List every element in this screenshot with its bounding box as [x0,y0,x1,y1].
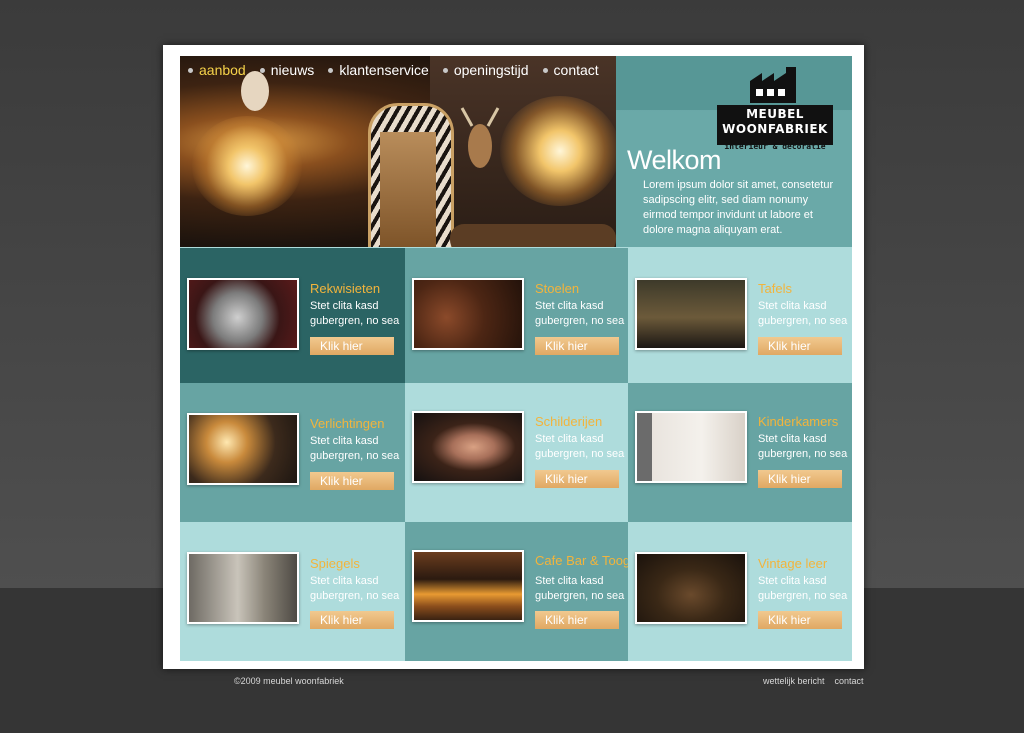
category-title: Kinderkamers [758,414,839,429]
footer-links: wettelijk bericht contact [763,676,864,686]
bullet-icon [542,67,548,73]
leather-sofa-image[interactable] [635,552,747,624]
leather-chairs-image[interactable] [412,278,524,350]
klik-hier-button[interactable]: Klik hier [310,472,394,490]
category-desc: Stet clita kasd gubergren, no sea [310,575,400,602]
bright-room-image[interactable] [635,411,747,483]
portrait-painting-image[interactable] [412,411,524,483]
deer-head-icon [460,107,500,168]
category-card-spiegels: Spiegels Stet clita kasd gubergren, no s… [180,522,405,661]
nav-item-openingstijd[interactable]: openingstijd [442,62,529,78]
leather-sofa-shape [450,224,616,247]
klik-hier-button[interactable]: Klik hier [310,611,394,629]
category-desc: Stet clita kasd gubergren, no sea [758,575,848,602]
category-title: Verlichtingen [310,416,385,431]
category-title: Schilderijen [535,414,603,429]
category-card-tafels: Tafels Stet clita kasd gubergren, no sea… [628,248,852,383]
category-title: Spiegels [310,556,360,571]
category-title: Rekwisieten [310,281,381,296]
category-title: Stoelen [535,281,580,296]
ornate-mirror-image[interactable] [187,552,299,624]
nav-label: nieuws [270,62,315,78]
nav-label: aanbod [199,62,246,78]
bullet-icon [328,67,334,73]
category-card-vintage-leer: Vintage leer Stet clita kasd gubergren, … [628,522,852,661]
chandelier-light [500,96,616,206]
page-frame: aanbod nieuws klantenservice openingstij… [163,45,864,669]
welcome-text: Lorem ipsum dolor sit amet, consetetur s… [643,179,834,236]
footer-link-contact[interactable]: contact [835,676,864,686]
main-nav: aanbod nieuws klantenservice openingstij… [188,62,613,78]
page-content: aanbod nieuws klantenservice openingstij… [180,56,852,661]
category-card-kinderkamers: Kinderkamers Stet clita kasd gubergren, … [628,383,852,522]
category-desc: Stet clita kasd gubergren, no sea [535,433,625,460]
category-desc: Stet clita kasd gubergren, no sea [758,300,848,327]
category-card-rekwisieten: Rekwisieten Stet clita kasd gubergren, n… [180,248,405,383]
chandelier-light [192,116,302,216]
logo-tagline: interieur & decoratie [724,142,826,151]
klik-hier-button[interactable]: Klik hier [758,337,842,355]
klik-hier-button[interactable]: Klik hier [535,337,619,355]
nav-label: klantenservice [339,62,429,78]
klik-hier-button[interactable]: Klik hier [310,337,394,355]
nav-label: openingstijd [453,62,529,78]
cafe-bar-image[interactable] [412,550,524,622]
footer-link-wettelijk-bericht[interactable]: wettelijk bericht [763,676,825,686]
bullet-icon [442,67,448,73]
nav-item-aanbod[interactable]: aanbod [188,62,246,78]
nav-item-nieuws[interactable]: nieuws [259,62,315,78]
hero-image [180,56,616,247]
welcome-panel: MEUBEL WOONFABRIEK interieur & decoratie… [616,56,852,247]
chandelier-image[interactable] [187,413,299,485]
category-title: Vintage leer [758,556,828,571]
category-desc: Stet clita kasd gubergren, no sea [758,433,848,460]
bullet-icon [188,67,193,73]
klik-hier-button[interactable]: Klik hier [758,470,842,488]
category-card-verlichtingen: Verlichtingen Stet clita kasd gubergren,… [180,383,405,522]
logo-line1: MEUBEL [746,107,804,121]
armor-helmet-image[interactable] [187,278,299,350]
klik-hier-button[interactable]: Klik hier [535,470,619,488]
klik-hier-button[interactable]: Klik hier [535,611,619,629]
dining-table-image[interactable] [635,278,747,350]
category-title: Cafe Bar & Toog [535,553,631,568]
category-card-schilderijen: Schilderijen Stet clita kasd gubergren, … [405,383,628,522]
category-card-stoelen: Stoelen Stet clita kasd gubergren, no se… [405,248,628,383]
category-grid: Rekwisieten Stet clita kasd gubergren, n… [180,248,852,661]
klik-hier-button[interactable]: Klik hier [758,611,842,629]
category-desc: Stet clita kasd gubergren, no sea [310,300,400,327]
category-card-cafe-bar: Cafe Bar & Toog Stet clita kasd gubergre… [405,522,631,661]
logo-line2: WOONFABRIEK [722,122,828,136]
nav-item-klantenservice[interactable]: klantenservice [328,62,429,78]
logo[interactable]: MEUBEL WOONFABRIEK interieur & decoratie [717,67,833,153]
category-desc: Stet clita kasd gubergren, no sea [310,435,400,462]
factory-icon [750,67,796,103]
bullet-icon [259,67,265,73]
category-title: Tafels [758,281,792,296]
nav-item-contact[interactable]: contact [542,62,599,78]
category-desc: Stet clita kasd gubergren, no sea [535,300,625,327]
footer-copyright: ©2009 meubel woonfabriek [234,676,344,686]
cabinet-interior [380,132,436,247]
category-desc: Stet clita kasd gubergren, no sea [535,575,625,602]
welcome-title: Welkom [627,145,722,175]
nav-label: contact [553,62,599,78]
